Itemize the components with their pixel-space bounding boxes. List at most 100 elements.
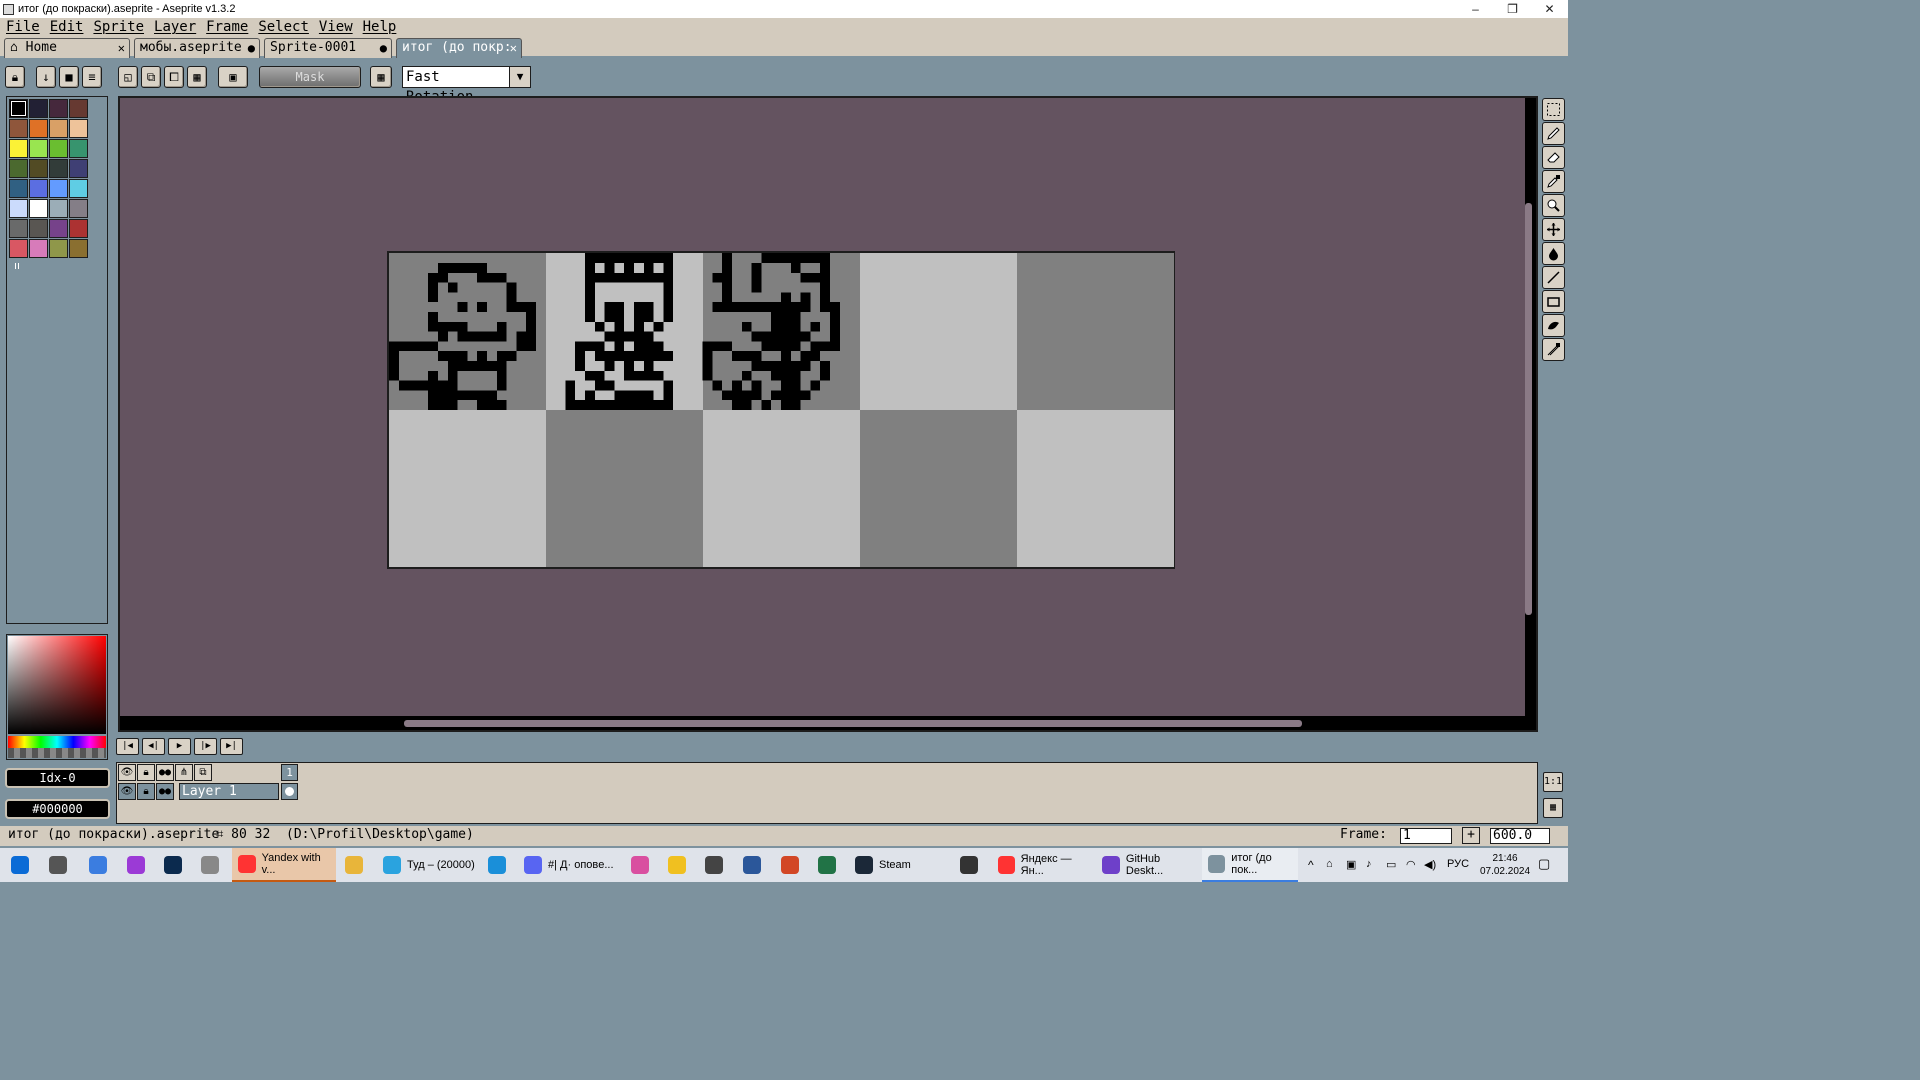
menu-select[interactable]: Select	[258, 19, 309, 35]
restore-button[interactable]: ❐	[1494, 0, 1531, 18]
first-frame-icon[interactable]: |◀	[116, 738, 139, 755]
palette-swatch[interactable]	[69, 179, 88, 198]
palette-swatch[interactable]	[9, 219, 28, 238]
menu-edit[interactable]: Edit	[50, 19, 84, 35]
pencil-icon[interactable]	[1542, 122, 1565, 145]
word-icon[interactable]	[743, 856, 761, 874]
foreground-index-field[interactable]: Idx-0	[5, 768, 110, 788]
palette-swatch[interactable]	[9, 139, 28, 158]
tray-wifi-icon[interactable]: ◠	[1406, 858, 1416, 871]
app-icon-yellow[interactable]	[668, 856, 686, 874]
tray-clock[interactable]: 21:46 07.02.2024	[1476, 852, 1534, 878]
taskbar-app-discord[interactable]: #| Д· оповe...	[518, 848, 618, 882]
tab-itog[interactable]: итог (до покр: ✕	[396, 38, 522, 58]
menu-view[interactable]: View	[319, 19, 353, 35]
layer-continuous-icon[interactable]: ●●	[156, 783, 174, 800]
chevron-down-icon[interactable]: ▼	[509, 66, 531, 88]
palette-swatch[interactable]	[29, 159, 48, 178]
move-icon[interactable]	[1542, 218, 1565, 241]
palette-swatch[interactable]	[29, 99, 48, 118]
taskbar-app-aseprite[interactable]: итог (до пок...	[1202, 848, 1298, 882]
mask-color-button[interactable]: Mask	[259, 66, 361, 88]
timeline-config-icon[interactable]: ▦	[1543, 798, 1563, 818]
transparent-color-icon[interactable]: ▣	[218, 66, 248, 88]
palette-swatch[interactable]	[49, 219, 68, 238]
tab-close-icon[interactable]: ✕	[118, 39, 125, 57]
app-icon-dark[interactable]	[705, 856, 723, 874]
palette-swatch[interactable]	[69, 119, 88, 138]
menu-frame[interactable]: Frame	[206, 19, 248, 35]
last-frame-icon[interactable]: ▶|	[220, 738, 243, 755]
horizontal-scrollbar[interactable]	[404, 720, 1302, 727]
powerpoint-icon[interactable]	[781, 856, 799, 874]
paint-bucket-icon[interactable]	[1542, 242, 1565, 265]
saturation-value-field[interactable]	[8, 636, 106, 734]
palette-swatch[interactable]	[29, 119, 48, 138]
stop-icon[interactable]: ■	[59, 66, 79, 88]
layer-tree-icon[interactable]: ⋔	[175, 764, 193, 781]
eraser-icon[interactable]	[1542, 146, 1565, 169]
taskbar-app-github[interactable]: GitHub Deskt...	[1096, 848, 1200, 882]
palette-swatch[interactable]	[49, 179, 68, 198]
menu-sprite[interactable]: Sprite	[93, 19, 144, 35]
task-view-icon[interactable]	[49, 856, 67, 874]
previous-frame-icon[interactable]: ◀|	[142, 738, 165, 755]
sprite-editor[interactable]	[118, 96, 1538, 732]
settings-gear-icon[interactable]	[201, 856, 219, 874]
palette-swatch[interactable]	[49, 199, 68, 218]
rotation-algorithm-select[interactable]: Fast Rotation	[402, 66, 510, 105]
app-icon-spiral[interactable]	[960, 856, 978, 874]
vertical-scrollbar[interactable]	[1525, 203, 1532, 615]
tab-moby[interactable]: мобы.aseprite ●	[134, 38, 260, 58]
palette-swatch[interactable]	[29, 179, 48, 198]
file-explorer-icon[interactable]	[345, 856, 363, 874]
selection-replace-icon[interactable]: ◱	[118, 66, 138, 88]
excel-icon[interactable]	[818, 856, 836, 874]
palette-swatch[interactable]	[9, 99, 28, 118]
palette-swatch[interactable]	[49, 119, 68, 138]
menu-file[interactable]: File	[6, 19, 40, 35]
taskbar-app-steam[interactable]: Steam	[849, 848, 953, 882]
zoom-icon[interactable]	[1542, 194, 1565, 217]
onion-skin-icon[interactable]: ⧉	[194, 764, 212, 781]
palette-swatch[interactable]	[49, 99, 68, 118]
modified-dot-icon[interactable]: ●	[380, 39, 387, 57]
menu-help[interactable]: Help	[363, 19, 397, 35]
minimize-button[interactable]: –	[1457, 0, 1494, 18]
palette-swatch[interactable]	[9, 199, 28, 218]
layer-lock-icon[interactable]: 🔒︎	[137, 783, 155, 800]
windows-start-icon[interactable]	[11, 856, 29, 874]
tray-volume-icon[interactable]: ◀)	[1424, 858, 1436, 871]
palette-swatch[interactable]	[29, 219, 48, 238]
edge-icon[interactable]	[488, 856, 506, 874]
tab-close-icon[interactable]: ✕	[510, 39, 517, 57]
tab-home[interactable]: ⌂ Home ✕	[4, 38, 130, 58]
palette-swatch[interactable]	[49, 159, 68, 178]
palette-swatch[interactable]	[69, 199, 88, 218]
notifications-icon[interactable]: ▢	[1538, 856, 1550, 872]
selection-intersect-icon[interactable]: ▦	[187, 66, 207, 88]
palette-swatch[interactable]	[9, 119, 28, 138]
menu-layer[interactable]: Layer	[154, 19, 196, 35]
rectangle-icon[interactable]	[1542, 290, 1565, 313]
timeline-zoom-reset-icon[interactable]: 1:1	[1543, 772, 1563, 792]
rectangular-marquee-icon[interactable]	[1542, 98, 1565, 121]
selection-subtract-icon[interactable]: ⧠	[164, 66, 184, 88]
palette-swatch[interactable]	[29, 239, 48, 258]
alpha-slider[interactable]	[8, 748, 106, 758]
palette-swatch[interactable]	[9, 159, 28, 178]
photoshop-icon[interactable]	[164, 856, 182, 874]
eyedropper-icon[interactable]	[1542, 170, 1565, 193]
taskbar-app-yandex[interactable]: Yandex with v...	[232, 848, 336, 882]
app-icon-pink[interactable]	[631, 856, 649, 874]
sprite-canvas[interactable]	[387, 251, 1175, 569]
hue-slider[interactable]	[8, 736, 106, 748]
taskbar-app-yandex-2[interactable]: Яндекс — Ян...	[992, 848, 1092, 882]
selection-add-icon[interactable]: ⧉	[141, 66, 161, 88]
palette-swatch[interactable]	[49, 239, 68, 258]
tray-microphone-icon[interactable]: ♪	[1366, 858, 1372, 870]
blur-icon[interactable]	[1542, 338, 1565, 361]
palette-swatch[interactable]	[69, 239, 88, 258]
palette-swatch[interactable]	[49, 139, 68, 158]
continuous-icon[interactable]: ●●	[156, 764, 174, 781]
